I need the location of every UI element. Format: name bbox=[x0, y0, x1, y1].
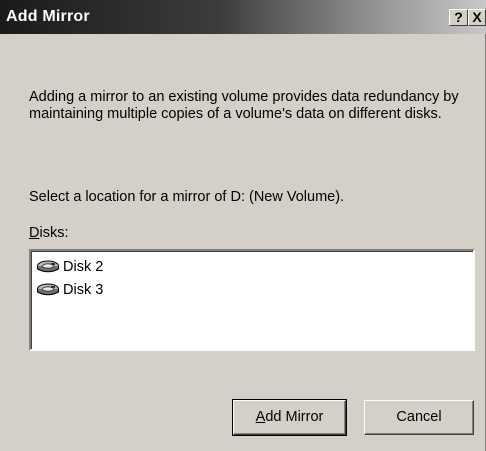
list-item[interactable]: Disk 3 bbox=[36, 280, 103, 300]
disks-label-mnemonic: D bbox=[29, 225, 40, 241]
disk-drive-icon bbox=[37, 283, 59, 296]
select-location-prompt: Select a location for a mirror of D: (Ne… bbox=[29, 189, 345, 205]
cancel-button[interactable]: Cancel bbox=[364, 400, 474, 435]
disk-label: Disk 2 bbox=[63, 259, 104, 275]
help-button[interactable]: ? bbox=[449, 9, 468, 26]
disks-listbox[interactable]: Disk 2 Disk 3 bbox=[29, 249, 475, 351]
disks-label-text: isks: bbox=[39, 225, 69, 241]
description-text: Adding a mirror to an existing volume pr… bbox=[29, 89, 459, 122]
add-mirror-label: dd Mirror bbox=[265, 409, 324, 425]
disk-drive-icon bbox=[37, 260, 59, 273]
close-button[interactable]: X bbox=[468, 9, 486, 26]
disks-label: Disks: bbox=[29, 225, 68, 241]
add-mirror-mnemonic: A bbox=[255, 409, 266, 425]
title-bar[interactable]: Add Mirror ? X bbox=[0, 0, 486, 34]
add-mirror-dialog: Add Mirror ? X Adding a mirror to an exi… bbox=[0, 0, 486, 451]
list-item[interactable]: Disk 2 bbox=[36, 257, 103, 277]
add-mirror-button[interactable]: Add Mirror bbox=[232, 399, 347, 436]
window-title: Add Mirror bbox=[6, 8, 90, 25]
disk-label: Disk 3 bbox=[63, 282, 104, 298]
